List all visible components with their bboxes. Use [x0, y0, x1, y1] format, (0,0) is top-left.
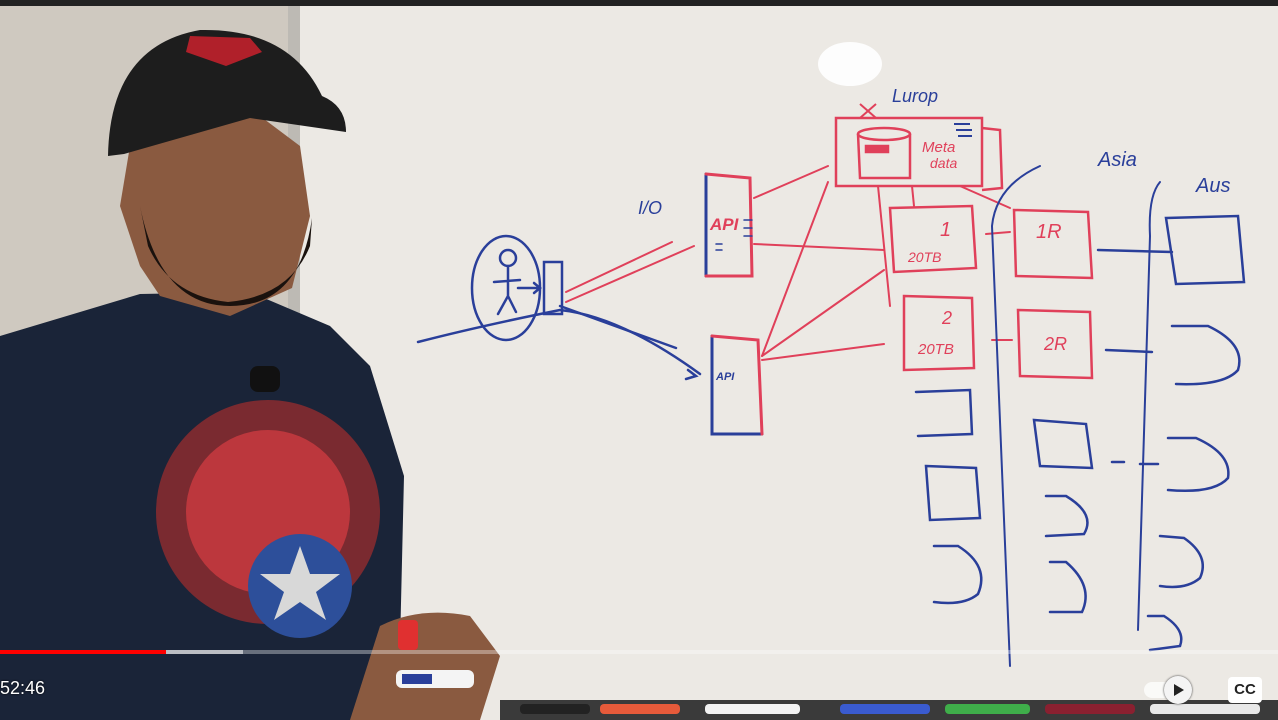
marker-darkred: [1045, 704, 1135, 714]
label-api-bottom: API: [715, 371, 735, 383]
progress-bar[interactable]: [0, 650, 1278, 654]
label-replica1: 1R: [1036, 221, 1062, 243]
light-glare: [818, 42, 882, 86]
label-io: I/O: [638, 198, 662, 218]
progress-played: [0, 650, 166, 654]
db-fill: [864, 144, 890, 154]
autoplay-knob: [1164, 676, 1192, 704]
label-node2-size: 20TB: [917, 341, 954, 358]
marker-white: [705, 704, 800, 714]
autoplay-toggle[interactable]: [1142, 676, 1196, 704]
video-frame[interactable]: Lurop Asia Aus I/O API API Meta data 1 2…: [0, 6, 1278, 720]
time-display: 52:46: [0, 678, 46, 698]
label-node1-size: 20TB: [907, 249, 941, 265]
label-europe: Lurop: [892, 86, 938, 106]
marker-black: [520, 704, 590, 714]
label-replica2: 2R: [1043, 334, 1067, 354]
held-marker-red: [398, 620, 418, 650]
marker-green: [945, 704, 1030, 714]
held-marker-label: [402, 674, 432, 684]
label-node2-id: 2: [941, 308, 952, 328]
label-api-top: API: [709, 215, 740, 234]
marker-orange: [600, 704, 680, 714]
label-asia: Asia: [1097, 149, 1137, 171]
marker-white-2: [1150, 704, 1260, 714]
marker-blue: [840, 704, 930, 714]
lapel-microphone: [250, 366, 280, 392]
label-aus: Aus: [1195, 175, 1230, 197]
label-metadata-1: Meta: [922, 139, 955, 156]
label-metadata-2: data: [930, 155, 957, 171]
label-node1-id: 1: [940, 219, 951, 241]
play-icon: [1174, 684, 1184, 696]
video-player[interactable]: Lurop Asia Aus I/O API API Meta data 1 2…: [0, 0, 1278, 720]
captions-button[interactable]: CC: [1228, 677, 1262, 703]
